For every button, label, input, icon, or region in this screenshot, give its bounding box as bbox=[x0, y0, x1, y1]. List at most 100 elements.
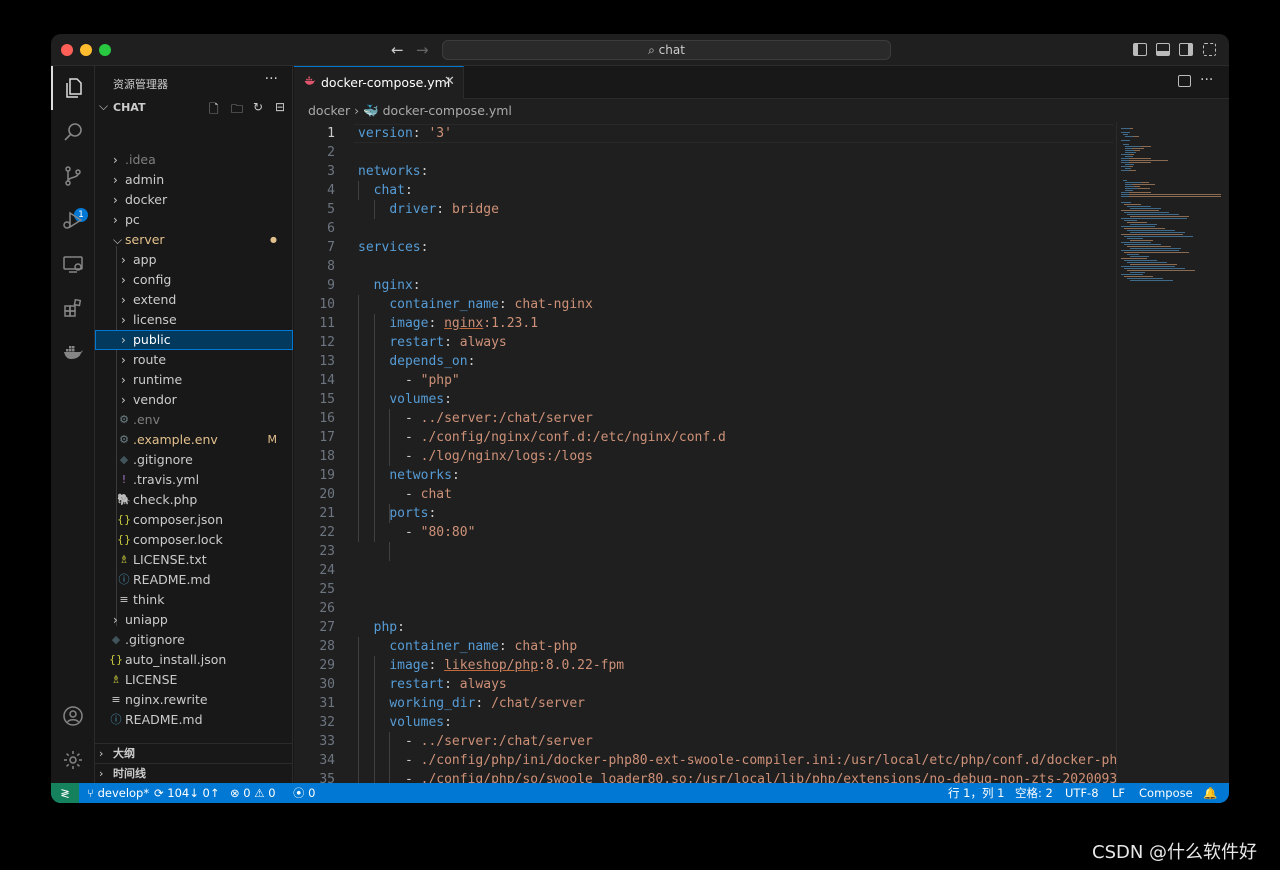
timeline-section-header[interactable]: › 时间线 bbox=[95, 763, 293, 783]
forward-arrow-icon[interactable]: → bbox=[416, 41, 429, 59]
eol-status[interactable]: LF bbox=[1112, 783, 1125, 803]
tree-file[interactable]: ≡ nginx.rewrite bbox=[95, 690, 293, 710]
tree-folder[interactable]: › config bbox=[95, 270, 293, 290]
minimap-line bbox=[1121, 170, 1129, 171]
line-number: 12 bbox=[319, 335, 335, 350]
tree-folder[interactable]: › public bbox=[95, 330, 293, 350]
sync-status[interactable]: ⟳ 104↓ 0↑ bbox=[154, 783, 220, 803]
broadcast-icon: ⦿ bbox=[293, 786, 309, 800]
command-center-search[interactable]: ⌕ chat bbox=[442, 40, 891, 60]
collapse-all-icon[interactable]: ⊟ bbox=[275, 100, 289, 114]
code-line: - ./config/php/so/swoole_loader80.so:/us… bbox=[404, 772, 1116, 783]
tree-folder[interactable]: › uniapp bbox=[95, 610, 293, 630]
settings-gear-icon[interactable] bbox=[51, 738, 95, 782]
encoding-status[interactable]: UTF-8 bbox=[1065, 783, 1099, 803]
tree-file[interactable]: ⚙ .env bbox=[95, 410, 293, 430]
cursor-position[interactable]: 行 1，列 1 bbox=[948, 783, 1004, 803]
tree-file[interactable]: ! .travis.yml bbox=[95, 470, 293, 490]
tree-folder[interactable]: › license bbox=[95, 310, 293, 330]
accounts-icon[interactable] bbox=[51, 694, 95, 738]
indent-guide bbox=[358, 637, 359, 783]
tree-folder[interactable]: ⌵ server ● bbox=[95, 230, 293, 250]
tree-item-label: think bbox=[133, 592, 165, 607]
run-debug-icon[interactable] bbox=[51, 198, 95, 242]
tree-file[interactable]: ⓘ README.md bbox=[95, 710, 293, 730]
new-file-icon[interactable]: 🗋 bbox=[209, 100, 223, 116]
editor-more-icon[interactable]: ··· bbox=[1200, 72, 1213, 88]
back-arrow-icon[interactable]: ← bbox=[391, 41, 404, 59]
toggle-sidebar-icon[interactable] bbox=[1133, 43, 1147, 56]
minimap[interactable] bbox=[1116, 122, 1229, 783]
indent-guide bbox=[389, 732, 391, 783]
tree-file[interactable]: ⓘ README.md bbox=[95, 570, 293, 590]
workspace-section-header[interactable]: ⌵ CHAT 🗋 🗀 ↻ ⊟ bbox=[95, 98, 293, 118]
tree-folder[interactable]: › .idea bbox=[95, 150, 293, 170]
tree-folder[interactable]: › docker bbox=[95, 190, 293, 210]
refresh-icon[interactable]: ↻ bbox=[253, 100, 267, 114]
language-mode[interactable]: Compose bbox=[1139, 783, 1193, 803]
toggle-panel-icon[interactable] bbox=[1156, 43, 1170, 56]
tree-folder[interactable]: › extend bbox=[95, 290, 293, 310]
zoom-window-button[interactable] bbox=[99, 44, 111, 56]
indentation-status[interactable]: 空格: 2 bbox=[1015, 783, 1053, 803]
tree-file[interactable]: ◆ .gitignore bbox=[95, 630, 293, 650]
tree-file[interactable]: ◆ .gitignore bbox=[95, 450, 293, 470]
problems-status[interactable]: ⊗ 0 ⚠ 0 bbox=[230, 783, 276, 803]
tree-folder[interactable]: › pc bbox=[95, 210, 293, 230]
docker-icon[interactable] bbox=[51, 330, 95, 374]
tree-item-label: server bbox=[125, 232, 165, 247]
tree-folder[interactable]: › vendor bbox=[95, 390, 293, 410]
file-type-icon: {} bbox=[117, 513, 131, 526]
minimap-line bbox=[1130, 216, 1189, 217]
tree-file[interactable]: {} auto_install.json bbox=[95, 650, 293, 670]
minimap-line bbox=[1129, 166, 1133, 167]
split-editor-icon[interactable] bbox=[1178, 75, 1191, 87]
notifications-bell-icon[interactable]: 🔔 bbox=[1203, 783, 1217, 803]
more-actions-icon[interactable]: ··· bbox=[265, 71, 278, 87]
search-icon[interactable] bbox=[51, 110, 95, 154]
minimap-line bbox=[1125, 156, 1132, 157]
tree-file[interactable]: ♗ LICENSE bbox=[95, 670, 293, 690]
remote-indicator-icon[interactable]: ≷ bbox=[51, 783, 79, 803]
breadcrumb-file[interactable]: docker-compose.yml bbox=[383, 103, 512, 118]
minimap-line bbox=[1130, 208, 1161, 209]
ports-status[interactable]: ⦿ 0 bbox=[293, 783, 315, 803]
minimap-line bbox=[1127, 238, 1143, 239]
tree-file[interactable]: ≡ think bbox=[95, 590, 293, 610]
customize-layout-icon[interactable] bbox=[1203, 43, 1216, 56]
minimap-line bbox=[1129, 132, 1130, 133]
tree-folder[interactable]: › admin bbox=[95, 170, 293, 190]
tree-file[interactable]: {} composer.lock bbox=[95, 530, 293, 550]
tab-docker-compose[interactable]: docker-compose.yml ✕ bbox=[294, 66, 464, 99]
tree-file[interactable]: ♗ LICENSE.txt bbox=[95, 550, 293, 570]
branch-status[interactable]: ⑂ develop* bbox=[87, 783, 149, 803]
minimap-line bbox=[1124, 268, 1185, 269]
minimap-line bbox=[1121, 250, 1179, 251]
breadcrumb-folder[interactable]: docker bbox=[308, 103, 350, 118]
code-editor[interactable]: 1 version: '3' 2 3 networks: 4 chat: 5 driver:… bbox=[294, 122, 1116, 783]
tree-folder[interactable]: › runtime bbox=[95, 370, 293, 390]
minimap-line bbox=[1127, 206, 1151, 207]
tree-file[interactable]: ⚙ .example.env M bbox=[95, 430, 293, 450]
chevron-right-icon: › bbox=[354, 103, 364, 118]
close-tab-icon[interactable]: ✕ bbox=[444, 74, 455, 89]
source-control-icon[interactable] bbox=[51, 154, 95, 198]
minimap-line bbox=[1124, 204, 1141, 205]
minimap-line bbox=[1132, 156, 1133, 157]
tree-file[interactable]: 🐘 check.php bbox=[95, 490, 293, 510]
minimap-line bbox=[1132, 190, 1133, 191]
minimap-line bbox=[1125, 190, 1132, 191]
tree-item-label: admin bbox=[125, 172, 165, 187]
minimize-window-button[interactable] bbox=[80, 44, 92, 56]
explorer-icon[interactable] bbox=[51, 66, 95, 110]
tree-folder[interactable]: › app bbox=[95, 250, 293, 270]
tree-file[interactable]: {} composer.json bbox=[95, 510, 293, 530]
remote-explorer-icon[interactable] bbox=[51, 242, 95, 286]
line-number: 20 bbox=[319, 487, 335, 502]
tree-folder[interactable]: › route bbox=[95, 350, 293, 370]
extensions-icon[interactable] bbox=[51, 286, 95, 330]
new-folder-icon[interactable]: 🗀 bbox=[231, 100, 245, 116]
toggle-secondary-sidebar-icon[interactable] bbox=[1179, 43, 1193, 56]
close-window-button[interactable] bbox=[61, 44, 73, 56]
outline-section-header[interactable]: › 大纲 bbox=[95, 743, 293, 763]
